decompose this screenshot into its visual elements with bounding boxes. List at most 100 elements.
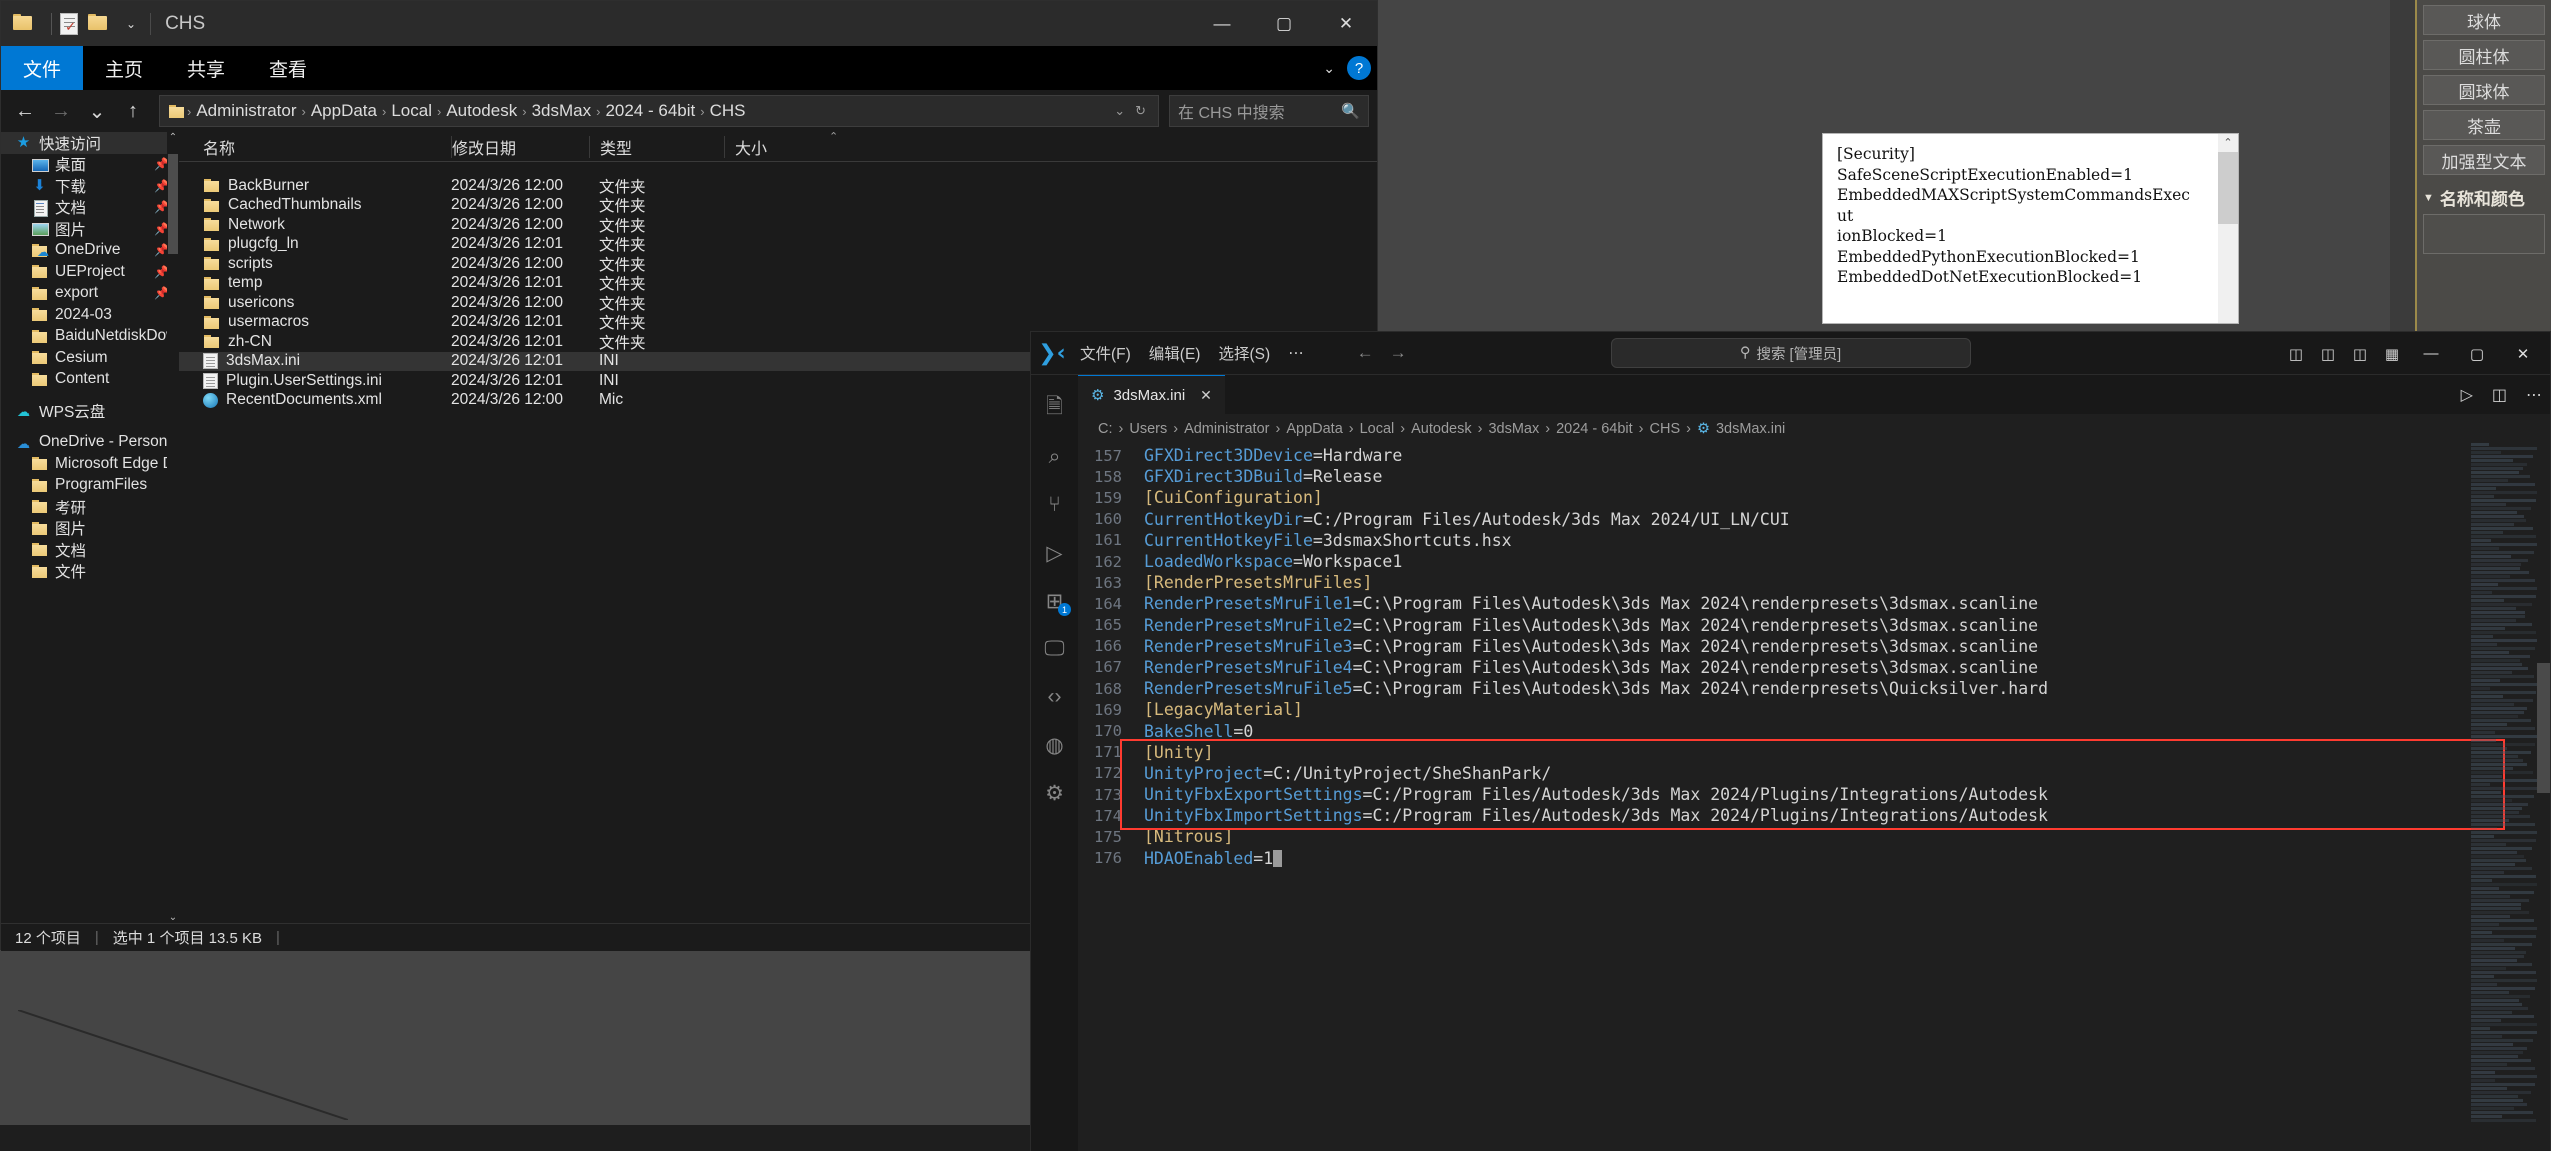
ribbon-tab-1[interactable]: 主页: [83, 46, 165, 90]
table-row[interactable]: Network2024/3/26 12:00文件夹: [179, 215, 1377, 235]
sidebar-item-0[interactable]: ★快速访问: [1, 132, 179, 154]
vscode-activity-bar[interactable]: 🗎⌕⑂▷⊞1🖵‹›◍⚙: [1031, 375, 1078, 1151]
chevron-down-icon[interactable]: ⌄: [1114, 103, 1125, 119]
layout-sidebar-left-icon[interactable]: ◫: [2280, 345, 2312, 363]
max-primitive-button[interactable]: 茶壶: [2423, 110, 2545, 140]
vscode-menu-bar[interactable]: 文件(F)编辑(E)选择(S)⋯: [1073, 339, 1311, 367]
command-center-search[interactable]: ⚲ 搜索 [管理员]: [1611, 338, 1971, 368]
sidebar-item-3[interactable]: 文档📌: [1, 197, 179, 219]
breadcrumb-item[interactable]: 3dsMax: [1488, 421, 1539, 437]
chevron-down-icon[interactable]: ⌄: [1323, 60, 1335, 77]
explorer-title-bar[interactable]: ✓ ⌄ CHS — ▢ ✕: [1, 1, 1377, 46]
breadcrumb-item[interactable]: AppData: [306, 101, 382, 121]
code-icon[interactable]: ‹›: [1031, 673, 1078, 721]
sidebar-item-19[interactable]: 文件: [1, 561, 179, 583]
editor-scrollbar[interactable]: [2537, 443, 2550, 1151]
editor-minimap[interactable]: [2471, 443, 2537, 1151]
tooltip-scrollbar[interactable]: ⌃: [2218, 134, 2238, 323]
breadcrumb-item[interactable]: 2024 - 64bit: [600, 101, 700, 121]
search-input[interactable]: 在 CHS 中搜索 🔍: [1169, 95, 1369, 127]
sidebar-item-16[interactable]: 考研: [1, 496, 179, 518]
maximize-button[interactable]: ▢: [1253, 1, 1315, 46]
remote-explorer-icon[interactable]: 🖵: [1031, 625, 1078, 673]
menu-item-1[interactable]: 编辑(E): [1142, 339, 1208, 367]
sidebar-item-10[interactable]: Cesium: [1, 347, 179, 369]
sidebar-item-8[interactable]: 2024-03: [1, 304, 179, 326]
scroll-up-icon[interactable]: ⌃: [167, 132, 179, 143]
vscode-editor-area[interactable]: ⚙ 3dsMax.ini ✕ ▷ ◫ ⋯ C:›Users›Administra…: [1078, 375, 2550, 1151]
sidebar-item-7[interactable]: export📌: [1, 283, 179, 305]
address-path-box[interactable]: ›Administrator›AppData›Local›Autodesk›3d…: [159, 95, 1159, 127]
extensions-icon[interactable]: ⊞1: [1031, 577, 1078, 625]
sidebar-scrollbar[interactable]: ⌃ ⌄: [167, 132, 179, 923]
code-line[interactable]: 161CurrentHotkeyFile=3dsmaxShortcuts.hsx: [1078, 530, 2550, 551]
object-name-field[interactable]: [2423, 214, 2545, 254]
breadcrumb-item[interactable]: 3dsMax.ini: [1716, 421, 1785, 437]
ribbon-tab-0[interactable]: 文件: [1, 46, 83, 90]
folder-icon[interactable]: [13, 13, 37, 35]
code-line[interactable]: 164RenderPresetsMruFile1=C:\Program File…: [1078, 593, 2550, 614]
vscode-title-right[interactable]: ◫ ◫ ◫ ▦ — ▢ ✕: [2280, 332, 2546, 375]
breadcrumb-item[interactable]: Local: [386, 101, 437, 121]
code-line[interactable]: 169[LegacyMaterial]: [1078, 699, 2550, 720]
breadcrumb-item[interactable]: Local: [1360, 421, 1395, 437]
sidebar-item-5[interactable]: ☁OneDrive📌: [1, 240, 179, 262]
code-line[interactable]: 167RenderPresetsMruFile4=C:\Program File…: [1078, 657, 2550, 678]
nav-forward-icon[interactable]: →: [1390, 343, 1407, 363]
breadcrumb-item[interactable]: 3dsMax: [527, 101, 597, 121]
code-line[interactable]: 175[Nitrous]: [1078, 826, 2550, 847]
layout-grid-icon[interactable]: ▦: [2376, 345, 2408, 363]
sidebar-item-9[interactable]: BaiduNetdiskDownlo: [1, 326, 179, 348]
run-debug-icon[interactable]: ▷: [1031, 529, 1078, 577]
code-editor[interactable]: 157GFXDirect3DDevice=Hardware158GFXDirec…: [1078, 443, 2550, 1151]
breadcrumb-item[interactable]: C:: [1098, 421, 1113, 437]
breadcrumb-item[interactable]: CHS: [705, 101, 751, 121]
ribbon-tabs[interactable]: 文件主页共享查看 ⌄ ?: [1, 46, 1377, 90]
address-bar[interactable]: ← → ⌄ ↑ ›Administrator›AppData›Local›Aut…: [1, 90, 1377, 132]
table-row[interactable]: temp2024/3/26 12:01文件夹: [179, 274, 1377, 294]
table-row[interactable]: scripts2024/3/26 12:00文件夹: [179, 254, 1377, 274]
layout-sidebar-right-icon[interactable]: ◫: [2344, 345, 2376, 363]
sidebar-item-6[interactable]: UEProject📌: [1, 261, 179, 283]
sidebar-item-1[interactable]: 桌面📌: [1, 154, 179, 176]
explorer-icon[interactable]: 🗎: [1031, 385, 1078, 433]
chevron-down-icon[interactable]: ⌄: [126, 17, 136, 31]
code-line[interactable]: 171[Unity]: [1078, 742, 2550, 763]
column-headers[interactable]: 名称 修改日期 类型 大小 ⌃: [179, 132, 1377, 162]
run-icon[interactable]: ▷: [2461, 385, 2473, 405]
vscode-window[interactable]: ❯‹ 文件(F)编辑(E)选择(S)⋯ ← → ⚲ 搜索 [管理员] ◫ ◫ ◫…: [1030, 331, 2551, 1151]
editor-tab-bar[interactable]: ⚙ 3dsMax.ini ✕ ▷ ◫ ⋯: [1078, 375, 2550, 414]
code-line[interactable]: 173UnityFbxExportSettings=C:/Program Fil…: [1078, 784, 2550, 805]
new-folder-icon[interactable]: [88, 13, 112, 35]
table-row[interactable]: usermacros2024/3/26 12:01文件夹: [179, 313, 1377, 333]
code-line[interactable]: 165RenderPresetsMruFile2=C:\Program File…: [1078, 615, 2550, 636]
settings-gear-icon[interactable]: ⚙: [1031, 769, 1078, 817]
code-line[interactable]: 159[CuiConfiguration]: [1078, 487, 2550, 508]
breadcrumb-item[interactable]: Users: [1129, 421, 1167, 437]
globe-icon[interactable]: ◍: [1031, 721, 1078, 769]
ribbon-tab-2[interactable]: 共享: [165, 46, 247, 90]
scrollbar-thumb[interactable]: [2218, 152, 2238, 224]
max-primitive-button[interactable]: 圆球体: [2423, 75, 2545, 105]
sidebar-item-17[interactable]: 图片: [1, 518, 179, 540]
code-line[interactable]: 166RenderPresetsMruFile3=C:\Program File…: [1078, 636, 2550, 657]
nav-back-icon[interactable]: ←: [1357, 343, 1374, 363]
table-row[interactable]: usericons2024/3/26 12:00文件夹: [179, 293, 1377, 313]
scrollbar-thumb[interactable]: [2537, 663, 2550, 793]
column-header-name[interactable]: 名称: [179, 135, 451, 159]
code-line[interactable]: 158GFXDirect3DBuild=Release: [1078, 466, 2550, 487]
sidebar-item-14[interactable]: Microsoft Edge Drop: [1, 453, 179, 475]
scroll-up-icon[interactable]: ⌃: [2218, 134, 2238, 152]
table-row[interactable]: CachedThumbnails2024/3/26 12:00文件夹: [179, 196, 1377, 216]
tab-3dsmax-ini[interactable]: ⚙ 3dsMax.ini ✕: [1078, 375, 1225, 414]
breadcrumb-item[interactable]: Autodesk: [441, 101, 522, 121]
sidebar-item-4[interactable]: 图片📌: [1, 218, 179, 240]
minimize-button[interactable]: —: [1191, 1, 1253, 46]
editor-breadcrumb[interactable]: C:›Users›Administrator›AppData›Local›Aut…: [1078, 414, 2550, 443]
breadcrumb-item[interactable]: Administrator: [1184, 421, 1269, 437]
menu-item-2[interactable]: 选择(S): [1211, 339, 1277, 367]
properties-icon[interactable]: ✓: [60, 13, 78, 35]
scrollbar-thumb[interactable]: [168, 154, 178, 254]
search-icon[interactable]: ⌕: [1031, 433, 1078, 481]
more-actions-icon[interactable]: ⋯: [2526, 385, 2542, 405]
